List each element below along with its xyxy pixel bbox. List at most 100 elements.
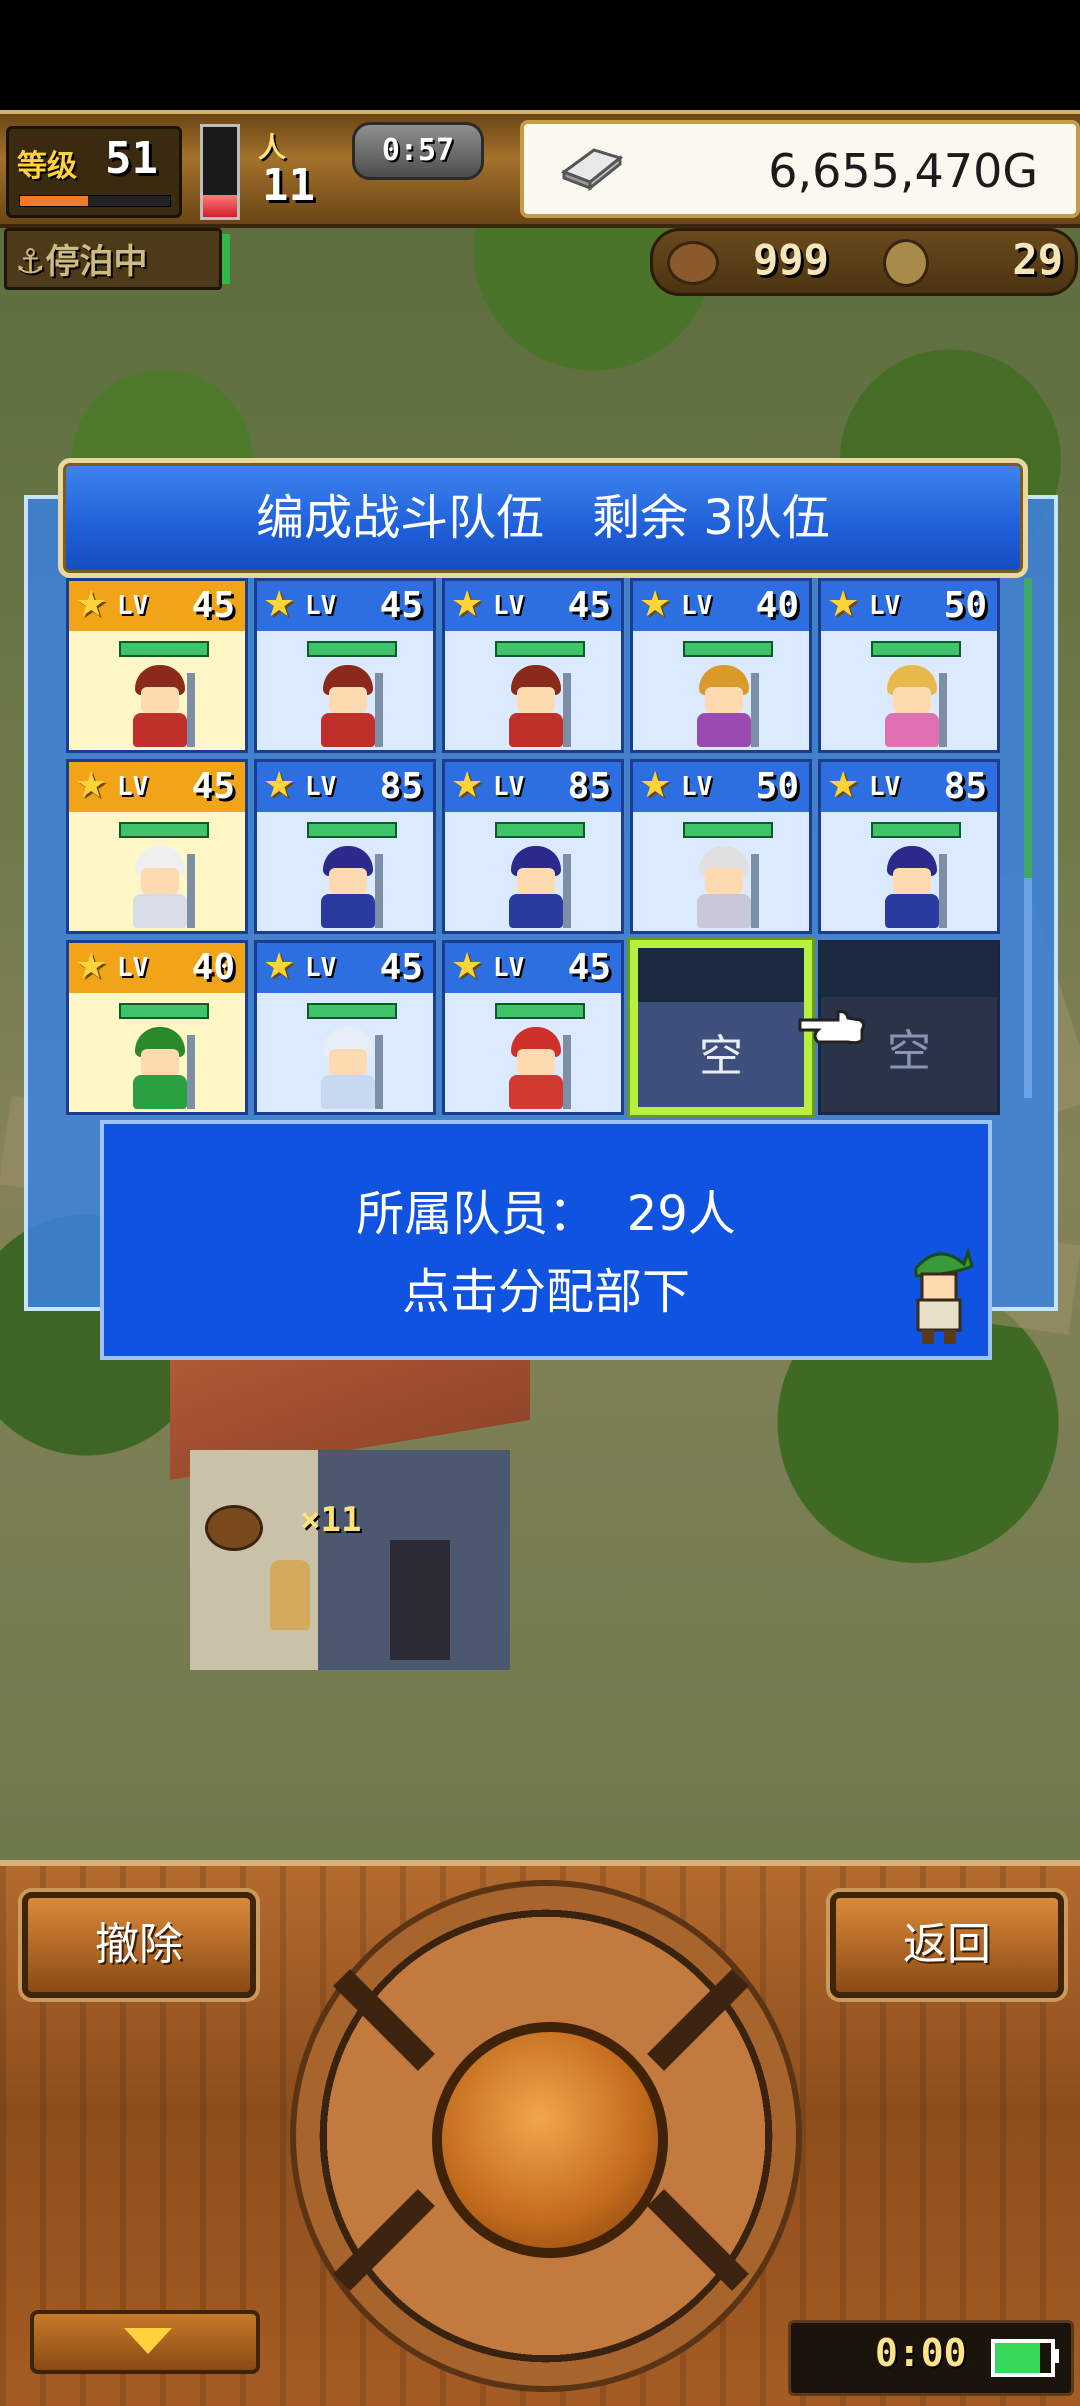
lv-label: LV [681, 772, 713, 802]
unit-weapon [939, 673, 947, 747]
unit-face [893, 868, 931, 894]
star-icon: ★ [263, 584, 296, 625]
level-label: 等级 [17, 149, 77, 184]
unit-face [329, 687, 367, 713]
down-arrow-icon [124, 2328, 172, 2354]
team-slot-grid: ★ LV 45 ★ LV 45 ★ LV 45 ★ LV 40 ★ LV 50 ★ LV 45 ★ LV 85 ★ LV 85… [66, 578, 1016, 1116]
team-slot[interactable]: ★ LV 50 [630, 759, 812, 934]
grid-scrollbar[interactable] [1024, 578, 1032, 1098]
unit-sprite [497, 1027, 575, 1111]
status-bar [0, 0, 1080, 110]
unit-face [517, 1049, 555, 1075]
clock-panel: 0:00 [788, 2320, 1074, 2396]
unit-weapon [751, 673, 759, 747]
team-slot[interactable]: ★ LV 50 [818, 578, 1000, 753]
top-hud: 等级 51 人 11 0:57 6,655,470G [0, 110, 1080, 228]
unit-level: 45 [191, 766, 235, 807]
unit-weapon [375, 854, 383, 928]
exp-fill [20, 196, 88, 206]
unit-weapon [563, 854, 571, 928]
level-value: 51 [105, 133, 158, 184]
unit-sprite [685, 665, 763, 749]
star-icon: ★ [827, 765, 860, 806]
unit-body [133, 894, 187, 928]
back-button[interactable]: 返回 [830, 1892, 1064, 1998]
silver-bar-icon [560, 148, 624, 192]
unit-level: 40 [191, 947, 235, 988]
remove-button[interactable]: 撤除 [22, 1892, 256, 1998]
team-slot[interactable]: ★ LV 40 [630, 578, 812, 753]
hp-bar [495, 1003, 585, 1019]
unit-face [893, 687, 931, 713]
members-label: 所属队员： [356, 1186, 597, 1242]
unit-face [141, 868, 179, 894]
star-icon: ★ [639, 584, 672, 625]
stamina-fill [203, 194, 237, 217]
unit-face [141, 687, 179, 713]
anchor-status-label: 停泊中 [45, 242, 148, 282]
exp-bar [19, 195, 171, 207]
star-icon: ★ [263, 946, 296, 987]
unit-weapon [563, 673, 571, 747]
gold-panel: 6,655,470G [520, 120, 1080, 218]
unit-body [885, 713, 939, 747]
team-slot[interactable]: ★ LV 40 [66, 940, 248, 1115]
team-slot[interactable]: ★ LV 45 [442, 578, 624, 753]
unit-face [329, 868, 367, 894]
lv-label: LV [305, 953, 337, 983]
empty-slot-selected[interactable]: 空 [630, 940, 812, 1115]
unit-level: 45 [567, 947, 611, 988]
lv-label: LV [493, 591, 525, 621]
food-icon [667, 241, 719, 285]
scroll-thumb[interactable] [1024, 578, 1032, 878]
unit-sprite [309, 1027, 387, 1111]
unit-face [705, 687, 743, 713]
star-icon: ★ [827, 584, 860, 625]
members-line: 所属队员： 29人 [104, 1174, 988, 1244]
unit-sprite [121, 1027, 199, 1111]
unit-body [321, 894, 375, 928]
unit-level: 85 [567, 766, 611, 807]
unit-sprite [497, 665, 575, 749]
house-wall [190, 1450, 510, 1670]
guide-character-sprite [914, 1246, 974, 1344]
lv-label: LV [493, 953, 525, 983]
dpad-center-button[interactable] [432, 2022, 668, 2258]
star-icon: ★ [75, 765, 108, 806]
team-slot[interactable]: ★ LV 45 [254, 578, 436, 753]
team-slot[interactable]: ★ LV 45 [66, 759, 248, 934]
hp-bar [495, 822, 585, 838]
battery-icon [991, 2339, 1055, 2377]
unit-body [697, 894, 751, 928]
lv-label: LV [117, 953, 149, 983]
unit-sprite [309, 846, 387, 930]
team-slot[interactable]: ★ LV 45 [254, 940, 436, 1115]
hp-bar [683, 822, 773, 838]
lv-label: LV [117, 772, 149, 802]
unit-level: 40 [755, 585, 799, 626]
team-slot[interactable]: ★ LV 85 [818, 759, 1000, 934]
unit-body [509, 1075, 563, 1109]
anchor-indicator [222, 234, 230, 284]
team-slot[interactable]: ★ LV 45 [442, 940, 624, 1115]
hp-bar [119, 1003, 209, 1019]
hp-bar [871, 822, 961, 838]
unit-sprite [121, 846, 199, 930]
secondary-hud: ⚓停泊中 999 29 [0, 228, 1080, 298]
team-slot[interactable]: ★ LV 45 [66, 578, 248, 753]
unit-body [133, 1075, 187, 1109]
unit-body [885, 894, 939, 928]
unit-weapon [751, 854, 759, 928]
hp-bar [119, 641, 209, 657]
hp-bar [119, 822, 209, 838]
unit-sprite [873, 846, 951, 930]
unit-level: 85 [379, 766, 423, 807]
lv-label: LV [305, 591, 337, 621]
star-icon: ★ [75, 584, 108, 625]
team-slot[interactable]: ★ LV 85 [254, 759, 436, 934]
unit-level: 85 [943, 766, 987, 807]
unit-body [697, 713, 751, 747]
team-slot[interactable]: ★ LV 85 [442, 759, 624, 934]
expand-down-button[interactable] [30, 2310, 260, 2374]
unit-face [517, 868, 555, 894]
